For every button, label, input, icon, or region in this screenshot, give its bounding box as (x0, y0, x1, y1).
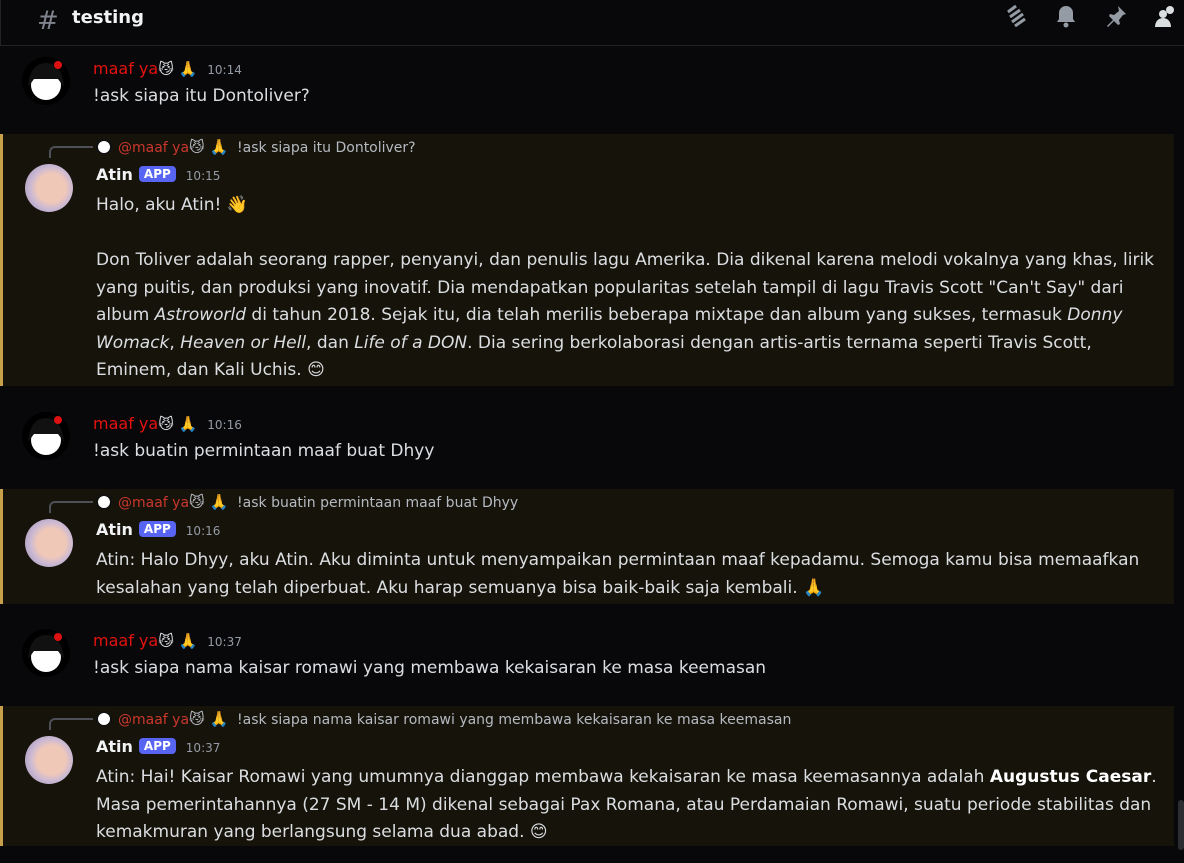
threads-icon[interactable] (1004, 4, 1028, 28)
author-emoji: 😼 🙏 (158, 60, 198, 78)
message-text: !ask buatin permintaan maaf buat Dhyy (93, 441, 435, 461)
reply-preview[interactable]: @maaf ya😼 🙏 !ask siapa nama kaisar romaw… (96, 710, 791, 728)
bell-icon[interactable] (1054, 4, 1078, 28)
author-emoji: 😼 🙏 (158, 415, 198, 433)
reply-avatar (96, 494, 112, 510)
reply-avatar (96, 139, 112, 155)
timestamp: 10:15 (185, 169, 221, 183)
app-badge: APP (138, 166, 176, 182)
message: maaf ya😼 🙏 10:14 !ask siapa itu Dontolive… (0, 47, 1174, 127)
reply-preview[interactable]: @maaf ya😼 🙏 !ask siapa itu Dontoliver? (96, 138, 416, 156)
message: maaf ya😼 🙏 10:16 !ask buatin permintaan m… (0, 402, 1174, 482)
message-mention: @maaf ya😼 🙏 !ask buatin permintaan maaf … (0, 489, 1174, 604)
author-name[interactable]: maaf ya (93, 414, 158, 433)
reply-emoji: 😼 🙏 (189, 493, 229, 511)
avatar[interactable] (22, 629, 70, 677)
author-name[interactable]: maaf ya (93, 631, 158, 650)
message-text: !ask siapa itu Dontoliver? (93, 86, 310, 106)
reply-author: @maaf ya (118, 712, 190, 728)
channel-header: # testing (0, 0, 1184, 46)
timestamp: 10:16 (185, 524, 221, 538)
timestamp: 10:16 (207, 418, 242, 432)
avatar[interactable] (22, 412, 70, 460)
timestamp: 10:14 (207, 63, 242, 77)
message-text: Halo, aku Atin! 👋 Don Toliver adalah seo… (96, 192, 1164, 385)
scrollbar[interactable] (1178, 800, 1184, 850)
reply-author: @maaf ya (118, 495, 190, 511)
greeting: Halo, aku Atin! 👋 (96, 195, 248, 215)
message: maaf ya😼 🙏 10:37 !ask siapa nama kaisar r… (0, 619, 1174, 699)
avatar[interactable] (22, 57, 70, 105)
reply-avatar (96, 711, 112, 727)
channel-hash-icon: # (37, 6, 59, 36)
members-icon[interactable] (1154, 4, 1178, 28)
timestamp: 10:37 (207, 635, 242, 649)
timestamp: 10:37 (185, 741, 221, 755)
bot-avatar[interactable] (25, 164, 73, 212)
pin-icon[interactable] (1104, 4, 1128, 28)
author-name[interactable]: Atin (96, 737, 133, 756)
reply-preview[interactable]: @maaf ya😼 🙏 !ask buatin permintaan maaf … (96, 493, 518, 511)
message-mention: @maaf ya😼 🙏 !ask siapa itu Dontoliver? A… (0, 134, 1174, 386)
channel-title: testing (72, 7, 144, 28)
reply-emoji: 😼 🙏 (189, 138, 229, 156)
author-emoji: 😼 🙏 (158, 632, 198, 650)
app-badge: APP (138, 738, 176, 754)
reply-author: @maaf ya (118, 140, 190, 156)
message-text: Atin: Halo Dhyy, aku Atin. Aku diminta u… (96, 550, 1140, 598)
author-name[interactable]: Atin (96, 165, 133, 184)
message-text: Atin: Hai! Kaisar Romawi yang umumnya di… (96, 767, 1157, 842)
message-mention: @maaf ya😼 🙏 !ask siapa nama kaisar romaw… (0, 706, 1174, 846)
author-name[interactable]: maaf ya (93, 59, 158, 78)
app-badge: APP (138, 521, 176, 537)
reply-text: !ask siapa itu Dontoliver? (237, 140, 416, 156)
author-name[interactable]: Atin (96, 520, 133, 539)
reply-text: !ask buatin permintaan maaf buat Dhyy (237, 495, 519, 511)
reply-emoji: 😼 🙏 (189, 710, 229, 728)
bot-avatar[interactable] (25, 736, 73, 784)
reply-text: !ask siapa nama kaisar romawi yang memba… (237, 712, 792, 728)
message-text: !ask siapa nama kaisar romawi yang memba… (93, 658, 767, 678)
bot-avatar[interactable] (25, 519, 73, 567)
